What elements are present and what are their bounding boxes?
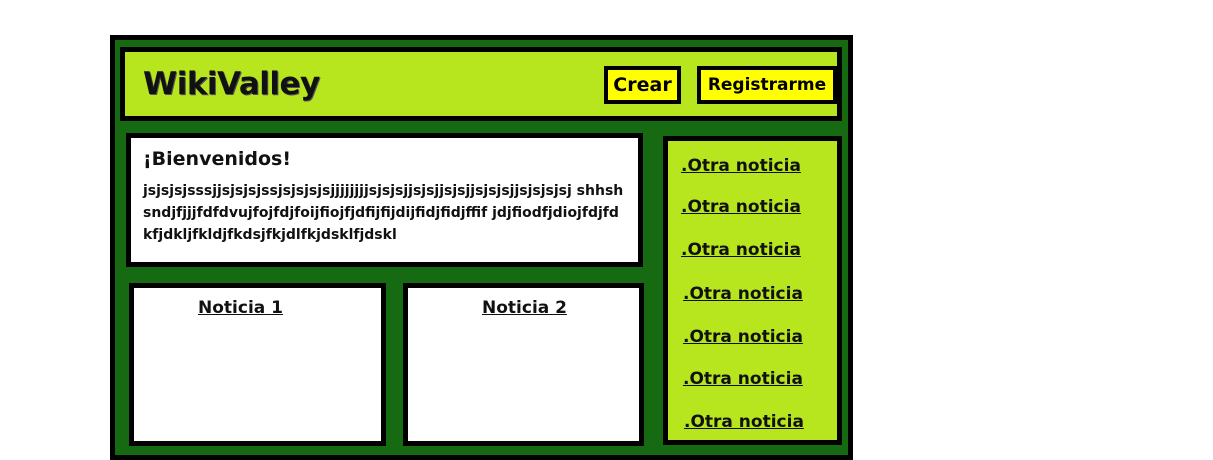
- sidebar-link-3[interactable]: .Otra noticia: [681, 240, 801, 260]
- sidebar-link-5[interactable]: .Otra noticia: [683, 327, 803, 347]
- sidebar-link-6[interactable]: .Otra noticia: [683, 369, 803, 389]
- news-card-2: Noticia 2: [403, 283, 644, 446]
- welcome-text: jsjsjsjsssjjsjsjsjssjsjsjsjsjjjjjjjjsjsj…: [143, 183, 624, 243]
- sidebar-link-1[interactable]: .Otra noticia: [681, 156, 801, 176]
- welcome-panel: ¡Bienvenidos! jsjsjsjsssjjsjsjsjssjsjsjs…: [126, 133, 643, 267]
- welcome-title: ¡Bienvenidos!: [143, 148, 292, 170]
- register-button[interactable]: Registrarme: [697, 66, 837, 104]
- site-header: WikiValley Crear Registrarme: [120, 47, 842, 121]
- sidebar-link-4[interactable]: .Otra noticia: [683, 284, 803, 304]
- sidebar: .Otra noticia .Otra noticia .Otra notici…: [663, 136, 842, 445]
- sidebar-link-7[interactable]: .Otra noticia: [684, 412, 804, 432]
- news-link-2[interactable]: Noticia 2: [482, 298, 567, 318]
- sidebar-link-2[interactable]: .Otra noticia: [681, 197, 801, 217]
- site-logo[interactable]: WikiValley: [143, 66, 320, 102]
- create-button[interactable]: Crear: [604, 66, 681, 104]
- news-card-1: Noticia 1: [129, 283, 386, 446]
- news-link-1[interactable]: Noticia 1: [198, 298, 283, 318]
